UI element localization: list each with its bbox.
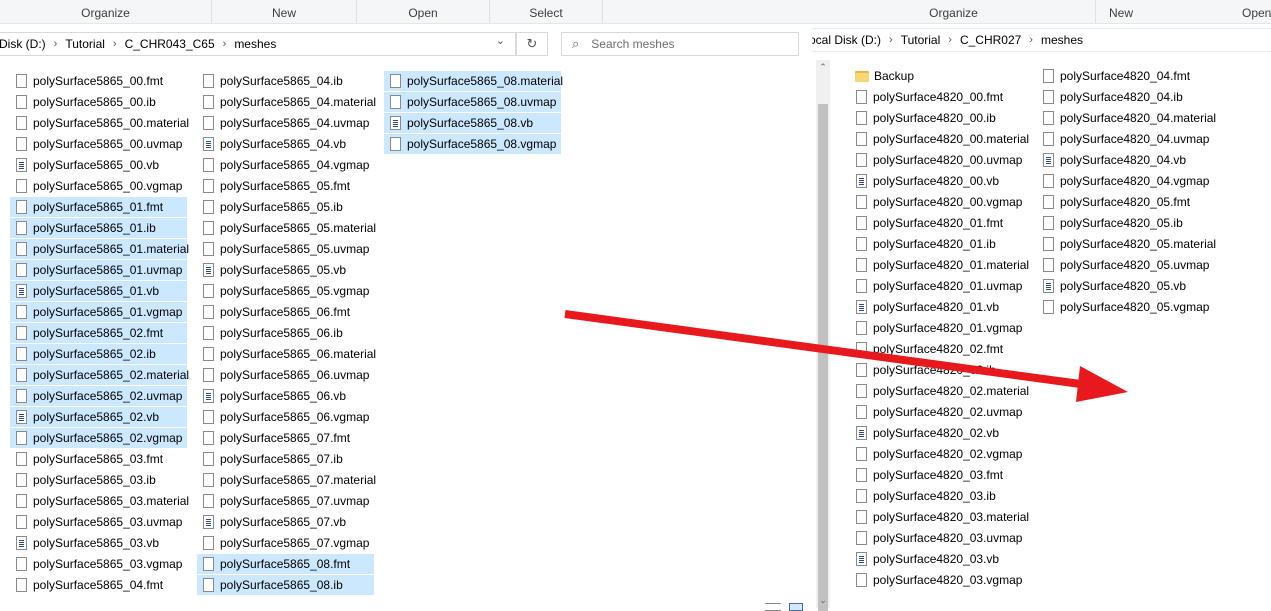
arrow-head bbox=[1076, 366, 1128, 402]
red-arrow-annotation bbox=[564, 310, 1128, 402]
arrow-shaft bbox=[564, 310, 1089, 389]
